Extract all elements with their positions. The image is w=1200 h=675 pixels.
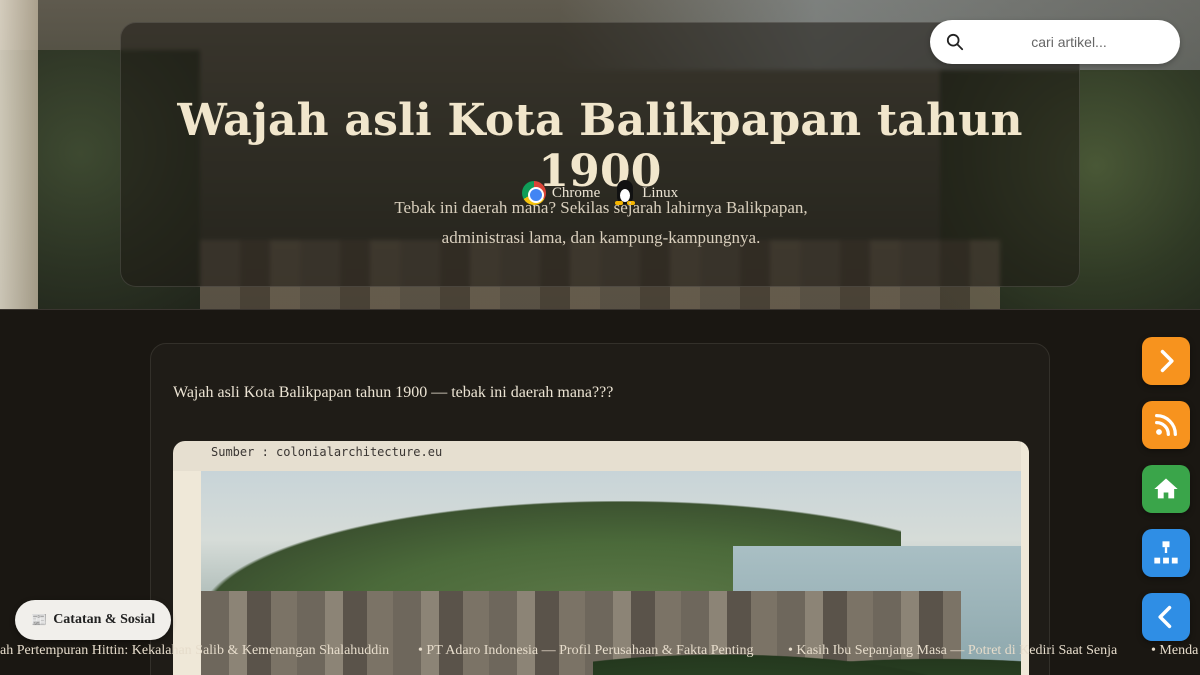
- prev-button[interactable]: [1142, 593, 1190, 641]
- news-ticker: ah Pertempuran Hittin: Kekalahan Salib &…: [0, 641, 1200, 663]
- next-button[interactable]: [1142, 337, 1190, 385]
- search-icon: [946, 33, 964, 51]
- search-input[interactable]: [974, 28, 1164, 56]
- category-label: Catatan & Sosial: [53, 612, 156, 627]
- article-lead: Wajah asli Kota Balikpapan tahun 1900 — …: [173, 384, 614, 401]
- home-button[interactable]: [1142, 465, 1190, 513]
- search-box[interactable]: [930, 20, 1180, 64]
- category-badge[interactable]: 📰 Catatan & Sosial: [15, 600, 172, 640]
- ticker-item[interactable]: • Menda: [1151, 643, 1198, 659]
- rss-icon: [1155, 414, 1177, 436]
- page-subtitle: Tebak ini daerah mana? Sekilas sejarah l…: [394, 198, 808, 247]
- chevron-right-icon: [1160, 349, 1174, 373]
- sitemap-button[interactable]: [1142, 529, 1190, 577]
- ticker-item[interactable]: • PT Adaro Indonesia — Profil Perusahaan…: [418, 643, 754, 659]
- hero-bg-edge: [0, 0, 38, 309]
- photo-edge: [1021, 441, 1029, 675]
- ticker-item[interactable]: ah Pertempuran Hittin: Kekalahan Salib &…: [0, 643, 389, 659]
- home-icon: [1154, 478, 1178, 499]
- image-source-caption: Sumber : colonialarchitecture.eu: [211, 445, 443, 459]
- chevron-left-icon: [1158, 605, 1172, 629]
- article-image[interactable]: Sumber : colonialarchitecture.eu: [173, 441, 1029, 675]
- rss-button[interactable]: [1142, 401, 1190, 449]
- newspaper-icon: 📰: [31, 612, 48, 628]
- article-card: Wajah asli Kota Balikpapan tahun 1900 — …: [150, 343, 1050, 675]
- sitemap-icon: [1154, 541, 1178, 564]
- hero-card: Wajah asli Kota Balikpapan tahun 1900 Ch…: [120, 22, 1080, 287]
- ticker-item[interactable]: • Kasih Ibu Sepanjang Masa — Potret di K…: [788, 643, 1117, 659]
